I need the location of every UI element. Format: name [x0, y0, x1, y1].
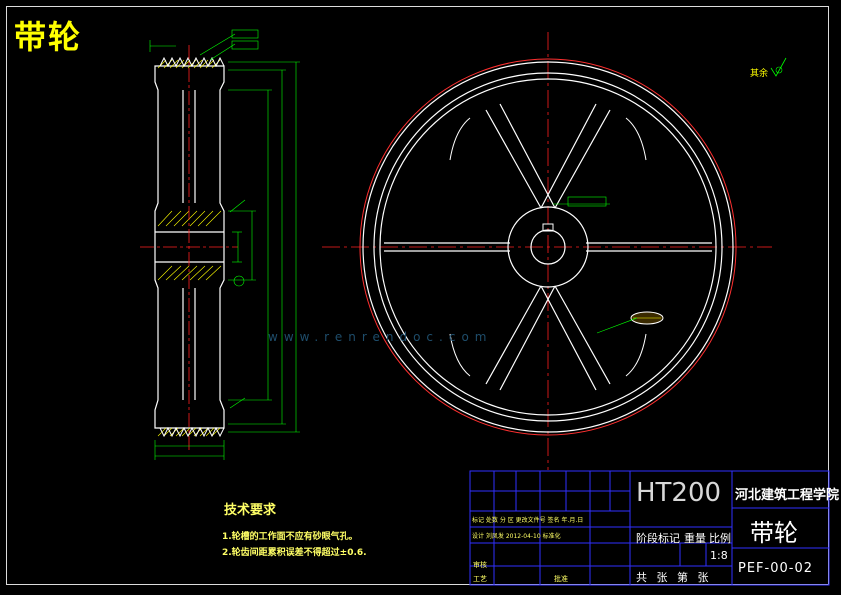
tech-requirement-item: 1.轮槽的工作面不应有砂眼气孔。: [222, 532, 358, 542]
process-label: 工艺: [473, 575, 487, 583]
stage-label: 阶段标记: [636, 532, 680, 545]
roughness-note: 其余: [750, 67, 768, 79]
material-label: HT200: [636, 478, 722, 508]
side-view: [140, 29, 300, 460]
watermark-text: www.renrendoc.com: [268, 330, 493, 344]
weight-label: 重量: [684, 532, 706, 545]
sheets-label: 共 张 第 张: [636, 571, 712, 584]
company-name: 河北建筑工程学院: [735, 488, 840, 503]
drawing-number: PEF-00-02: [738, 561, 813, 576]
revision-row: 标记 处数 分 区 更改文件号 签名 年.月.日: [472, 517, 584, 524]
tech-requirement-item: 2.轮齿间距累积误差不得超过±0.6.: [222, 548, 367, 558]
part-name: 带轮: [750, 519, 798, 547]
front-view: 其余: [322, 32, 787, 470]
review-label: 审核: [473, 561, 487, 569]
tech-requirements-title: 技术要求: [224, 503, 277, 518]
approve-label: 批准: [554, 575, 568, 583]
design-row: 设计 刘凤发 2012-04-10 标准化: [472, 533, 561, 540]
scale-label: 比例: [709, 532, 731, 545]
scale-value: 1:8: [710, 549, 728, 562]
